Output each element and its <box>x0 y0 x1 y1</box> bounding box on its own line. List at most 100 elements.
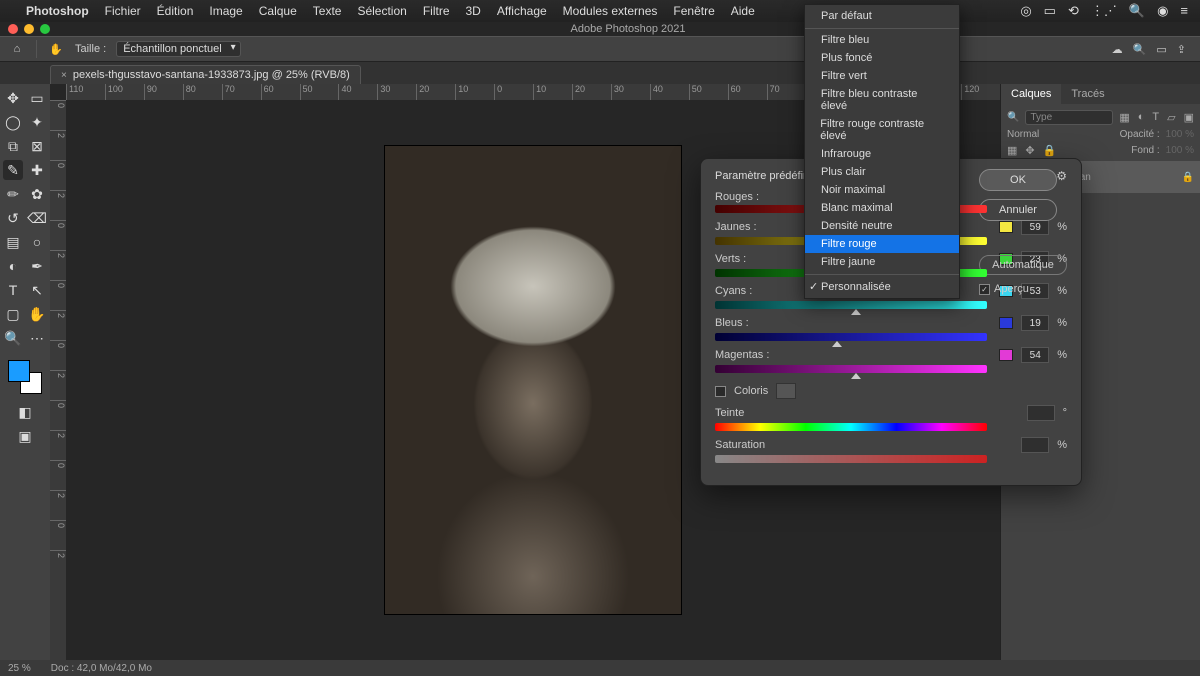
lock-all-icon[interactable]: 🔒 <box>1043 144 1057 157</box>
eraser-tool-icon[interactable]: ⌫ <box>27 208 47 228</box>
opacity-value[interactable]: 100 % <box>1166 129 1194 140</box>
healing-tool-icon[interactable]: ✚ <box>27 160 47 180</box>
zoom-tool-icon[interactable]: 🔍 <box>3 328 23 348</box>
sample-mode-dropdown[interactable]: Échantillon ponctuel <box>116 41 240 57</box>
preset-item-3[interactable]: Filtre bleu contraste élevé <box>805 85 959 115</box>
menu-fichier[interactable]: Fichier <box>105 4 141 18</box>
preset-item-1[interactable]: Plus foncé <box>805 49 959 67</box>
tint-slider[interactable] <box>715 423 987 431</box>
fill-value[interactable]: 100 % <box>1166 145 1194 156</box>
pen-tool-icon[interactable]: ✒ <box>27 256 47 276</box>
preset-item-11[interactable]: Filtre jaune <box>805 253 959 275</box>
export-icon[interactable]: ⇪ <box>1177 43 1186 56</box>
cancel-button[interactable]: Annuler <box>979 199 1057 221</box>
type-tool-icon[interactable]: T <box>3 280 23 300</box>
close-window-icon[interactable] <box>8 24 18 34</box>
crop-tool-icon[interactable]: ⧉ <box>3 136 23 156</box>
menu-3d[interactable]: 3D <box>466 4 481 18</box>
brush-tool-icon[interactable]: ✏ <box>3 184 23 204</box>
spotlight-icon[interactable]: 🔍 <box>1129 3 1145 19</box>
ok-button[interactable]: OK <box>979 169 1057 191</box>
document-tab[interactable]: × pexels-thgusstavo-santana-1933873.jpg … <box>50 65 361 84</box>
preview-checkbox[interactable]: ✓ <box>979 284 990 295</box>
sync-icon[interactable]: ⟲ <box>1068 3 1079 19</box>
wifi-icon[interactable]: ⋮⋰ <box>1091 3 1117 19</box>
filter-img-icon[interactable]: ▦ <box>1119 111 1129 124</box>
zoom-window-icon[interactable] <box>40 24 50 34</box>
blur-tool-icon[interactable]: ○ <box>27 232 47 252</box>
path-tool-icon[interactable]: ↖ <box>27 280 47 300</box>
menu-modules[interactable]: Modules externes <box>563 4 658 18</box>
layer-filter-dropdown[interactable]: Type <box>1025 110 1113 125</box>
lock-icon[interactable]: 🔒 <box>1182 172 1194 183</box>
coloris-checkbox[interactable] <box>715 386 726 397</box>
blend-mode-dropdown[interactable]: Normal <box>1007 129 1114 140</box>
quickmask-icon[interactable]: ◧ <box>15 402 35 422</box>
auto-button[interactable]: Automatique <box>979 255 1067 275</box>
preset-item-9[interactable]: Densité neutre <box>805 217 959 235</box>
screen-icon[interactable]: ▭ <box>1044 3 1056 19</box>
magic-wand-tool-icon[interactable]: ✦ <box>27 112 47 132</box>
dodge-tool-icon[interactable]: ◐ <box>3 256 23 276</box>
filter-type-icon[interactable]: T <box>1152 111 1159 124</box>
blues-input[interactable] <box>1021 315 1049 331</box>
preset-item-6[interactable]: Plus clair <box>805 163 959 181</box>
tab-calques[interactable]: Calques <box>1001 84 1061 104</box>
blues-slider[interactable] <box>715 333 987 341</box>
shape-tool-icon[interactable]: ▢ <box>3 304 23 324</box>
tint-input[interactable] <box>1027 405 1055 421</box>
siri-icon[interactable]: ≡ <box>1180 3 1188 19</box>
tab-traces[interactable]: Tracés <box>1061 84 1114 104</box>
tint-swatch[interactable] <box>776 383 796 399</box>
preset-item-2[interactable]: Filtre vert <box>805 67 959 85</box>
control-center-icon[interactable]: ◉ <box>1157 3 1168 19</box>
menu-selection[interactable]: Sélection <box>357 4 406 18</box>
clone-tool-icon[interactable]: ✿ <box>27 184 47 204</box>
gradient-tool-icon[interactable]: ▤ <box>3 232 23 252</box>
menu-app[interactable]: Photoshop <box>26 4 89 18</box>
hand-tool-icon2[interactable]: ✋ <box>27 304 47 324</box>
magentas-input[interactable] <box>1021 347 1049 363</box>
preset-custom[interactable]: ✓Personnalisée <box>805 277 959 296</box>
preset-item-8[interactable]: Blanc maximal <box>805 199 959 217</box>
lasso-tool-icon[interactable]: ◯ <box>3 112 23 132</box>
cyans-slider[interactable] <box>715 301 987 309</box>
menu-affichage[interactable]: Affichage <box>497 4 547 18</box>
lock-pixels-icon[interactable]: ▦ <box>1007 144 1017 157</box>
workspace-icon[interactable]: ▭ <box>1156 43 1166 56</box>
menu-image[interactable]: Image <box>209 4 242 18</box>
cloud-share-icon[interactable]: ☁ <box>1112 43 1123 56</box>
filter-adj-icon[interactable]: ◐ <box>1138 111 1145 124</box>
search-icon[interactable]: 🔍 <box>1133 43 1147 56</box>
minimize-window-icon[interactable] <box>24 24 34 34</box>
home-icon[interactable]: ⌂ <box>8 40 26 58</box>
preset-item-7[interactable]: Noir maximal <box>805 181 959 199</box>
preset-item-10[interactable]: Filtre rouge <box>805 235 959 253</box>
move-tool-icon[interactable]: ✥ <box>3 88 23 108</box>
menu-edition[interactable]: Édition <box>157 4 194 18</box>
foreground-color-swatch[interactable] <box>8 360 30 382</box>
magentas-slider[interactable] <box>715 365 987 373</box>
saturation-input[interactable] <box>1021 437 1049 453</box>
preset-default[interactable]: Par défaut <box>805 7 959 29</box>
screenmode-icon[interactable]: ▣ <box>15 426 35 446</box>
search-icon2[interactable]: 🔍 <box>1007 112 1019 123</box>
menu-texte[interactable]: Texte <box>313 4 342 18</box>
menu-aide[interactable]: Aide <box>731 4 755 18</box>
preset-item-5[interactable]: Infrarouge <box>805 145 959 163</box>
menu-filtre[interactable]: Filtre <box>423 4 450 18</box>
filter-smart-icon[interactable]: ▣ <box>1184 111 1194 124</box>
marquee-tool-icon[interactable]: ▭ <box>27 88 47 108</box>
lock-pos-icon[interactable]: ✥ <box>1025 144 1034 157</box>
eyedropper-tool-icon[interactable]: ✎ <box>3 160 23 180</box>
record-icon[interactable]: ◎ <box>1020 3 1031 19</box>
menu-fenetre[interactable]: Fenêtre <box>673 4 714 18</box>
zoom-level[interactable]: 25 % <box>8 663 31 674</box>
history-brush-icon[interactable]: ↺ <box>3 208 23 228</box>
frame-tool-icon[interactable]: ⊠ <box>27 136 47 156</box>
preset-item-4[interactable]: Filtre rouge contraste élevé <box>805 115 959 145</box>
more-tools-icon[interactable]: ⋯ <box>27 328 47 348</box>
filter-shape-icon[interactable]: ▱ <box>1167 111 1175 124</box>
menu-calque[interactable]: Calque <box>259 4 297 18</box>
hand-tool-icon[interactable]: ✋ <box>47 40 65 58</box>
